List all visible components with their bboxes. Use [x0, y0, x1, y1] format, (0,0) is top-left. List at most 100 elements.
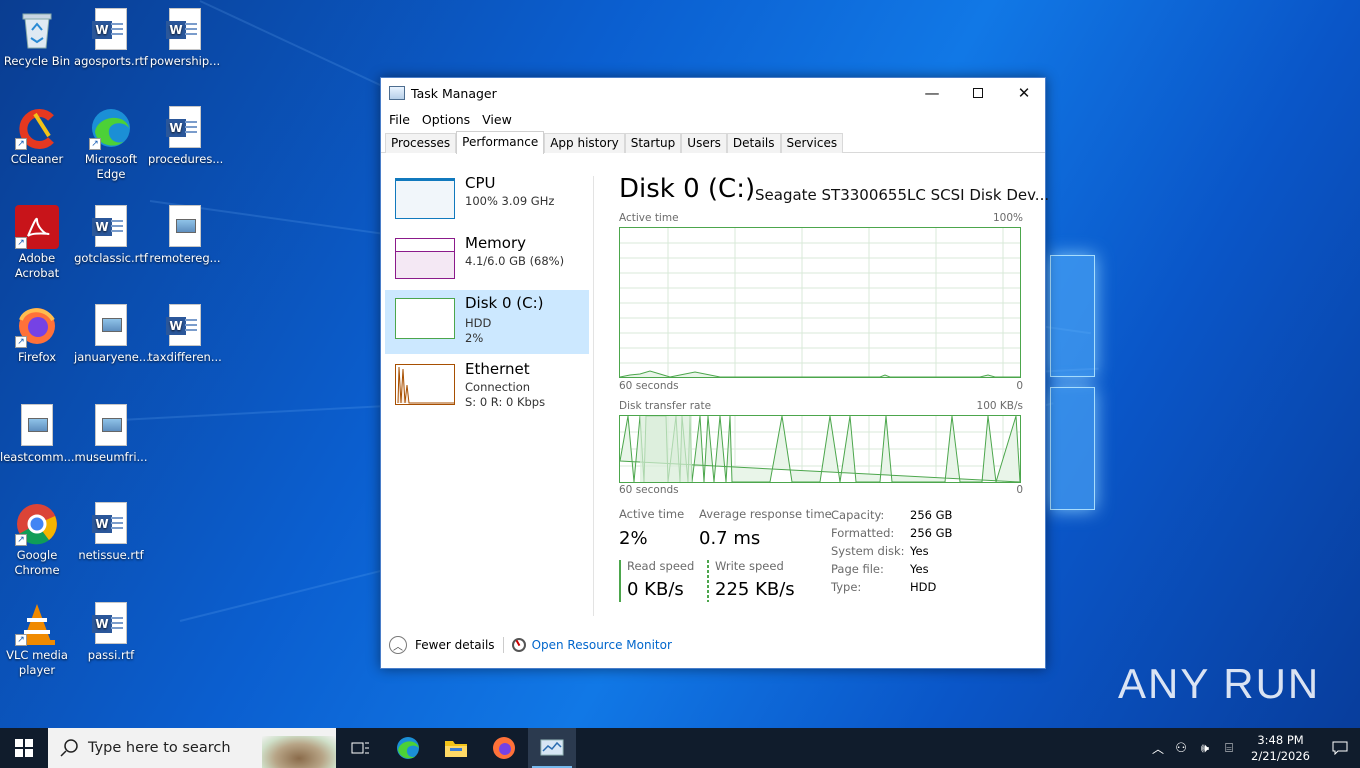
menu-view[interactable]: View [476, 112, 518, 127]
detail-title: Disk 0 (C:) [619, 174, 756, 204]
sidebar-item-value: 100% 3.09 GHz [465, 194, 555, 208]
notifications-button[interactable] [1320, 728, 1360, 768]
sidebar-item-memory[interactable]: Memory 4.1/6.0 GB (68%) [385, 230, 589, 294]
task-manager-window: Task Manager — ✕ File Options View Proce… [380, 77, 1050, 669]
maximize-icon [973, 88, 983, 98]
task-manager-icon [389, 86, 405, 100]
desktop-icon-acrobat[interactable]: ↗ Adobe Acrobat [0, 205, 74, 281]
cpu-thumbnail-graph [395, 178, 455, 219]
task-view-button[interactable] [336, 728, 384, 768]
tab-startup[interactable]: Startup [624, 133, 682, 153]
desktop-icon-netissue[interactable]: W netissue.rtf [74, 502, 148, 563]
clock[interactable]: 3:48 PM 2/21/2026 [1241, 732, 1320, 764]
graph1-time: 60 seconds [619, 380, 679, 392]
read-speed-indicator [619, 560, 621, 602]
system-disk-value: Yes [910, 544, 929, 558]
word-doc-icon: W [163, 304, 207, 348]
desktop-icon-recycle-bin[interactable]: Recycle Bin [0, 8, 74, 69]
desktop-icon-firefox[interactable]: ↗ Firefox [0, 304, 74, 365]
word-doc-icon: W [89, 502, 133, 546]
sidebar-item-cpu[interactable]: CPU 100% 3.09 GHz [385, 170, 589, 234]
tab-app-history[interactable]: App history [544, 133, 625, 153]
desktop-icon-remotereg[interactable]: remotereg... [148, 205, 222, 266]
windows-logo-wallpaper [1050, 255, 1095, 510]
graph1-min: 0 [1016, 380, 1023, 392]
search-icon [60, 739, 78, 757]
tab-services[interactable]: Services [780, 133, 844, 153]
network-icon[interactable]: ⌸ [1217, 741, 1241, 756]
desktop-icon-procedures[interactable]: W procedures... [148, 106, 223, 167]
desktop-icon-taxdifferen[interactable]: W taxdifferen... [148, 304, 222, 365]
graph2-label: Disk transfer rate [619, 400, 712, 412]
acrobat-icon: ↗ [15, 205, 59, 249]
desktop-icon-ccleaner[interactable]: ↗ CCleaner [0, 106, 74, 167]
disk-model: Seagate ST3300655LC SCSI Disk Dev... [755, 186, 1050, 204]
sidebar-item-value: 2% [465, 331, 484, 345]
taskbar-search-box[interactable]: Type here to search [48, 728, 336, 768]
image-doc-icon [163, 205, 207, 249]
minimize-button[interactable]: — [909, 78, 955, 108]
tab-users[interactable]: Users [681, 133, 727, 153]
volume-icon[interactable]: 🕪 [1193, 741, 1217, 756]
resource-monitor-icon [511, 638, 526, 652]
vlc-icon: ↗ [15, 602, 59, 646]
sidebar-item-disk[interactable]: Disk 0 (C:) HDD 2% [385, 290, 589, 354]
tab-performance[interactable]: Performance [456, 131, 545, 154]
tab-processes[interactable]: Processes [385, 133, 457, 153]
taskbar-firefox[interactable] [480, 728, 528, 768]
desktop-icon-gotclassic[interactable]: W gotclassic.rtf [74, 205, 148, 266]
sidebar-item-value: 4.1/6.0 GB (68%) [465, 254, 565, 268]
taskbar: Type here to search ︿ ⚇ 🕪 ⌸ 3:48 PM 2/21… [0, 728, 1360, 768]
pane-divider[interactable] [593, 176, 594, 616]
desktop-icon-vlc[interactable]: ↗ VLC media player [0, 602, 74, 678]
type-label: Type: [831, 580, 862, 594]
show-hidden-icons-button[interactable]: ︿ [1147, 740, 1169, 757]
sidebar-item-ethernet[interactable]: Ethernet Connection S: 0 R: 0 Kbps [385, 356, 589, 420]
desktop-icon-powership[interactable]: W powership... [148, 8, 222, 69]
open-resource-monitor-link[interactable]: Open Resource Monitor [532, 638, 672, 652]
taskbar-edge[interactable] [384, 728, 432, 768]
desktop-icon-chrome[interactable]: ↗ Google Chrome [0, 502, 74, 578]
desktop-icon-agosports[interactable]: W agosports.rtf [74, 8, 148, 69]
disk-thumbnail-graph [395, 298, 455, 339]
formatted-value: 256 GB [910, 526, 953, 540]
type-value: HDD [910, 580, 937, 594]
desktop-icon-label: remotereg... [149, 251, 221, 265]
desktop-icon-museumfri[interactable]: museumfri... [74, 404, 148, 465]
maximize-button[interactable] [955, 78, 1001, 108]
capacity-value: 256 GB [910, 508, 953, 522]
meet-now-icon[interactable]: ⚇ [1169, 741, 1193, 756]
task-view-icon [351, 742, 369, 754]
ccleaner-icon: ↗ [15, 106, 59, 150]
start-button[interactable] [0, 728, 48, 768]
desktop-icon-label: gotclassic.rtf [74, 251, 148, 265]
desktop-icon-januaryene[interactable]: januaryene... [74, 304, 150, 365]
window-title: Task Manager [411, 85, 497, 101]
search-placeholder: Type here to search [88, 740, 231, 756]
desktop-icon-label: passi.rtf [87, 648, 135, 662]
read-speed-label: Read speed [627, 559, 695, 573]
capacity-label: Capacity: [831, 508, 885, 522]
word-doc-icon: W [89, 602, 133, 646]
menu-file[interactable]: File [383, 112, 416, 127]
menu-options[interactable]: Options [416, 112, 476, 127]
taskbar-task-manager[interactable] [528, 728, 576, 768]
write-speed-label: Write speed [715, 559, 784, 573]
close-icon: ✕ [1017, 84, 1031, 102]
tab-details[interactable]: Details [726, 133, 781, 153]
fewer-details-link[interactable]: Fewer details [415, 638, 495, 652]
desktop-icon-passi[interactable]: W passi.rtf [74, 602, 148, 663]
sidebar-item-label: Ethernet [465, 360, 530, 378]
word-doc-icon: W [89, 8, 133, 52]
firefox-icon [493, 737, 515, 759]
search-highlight-image [262, 736, 336, 768]
desktop-icon-label: museumfri... [74, 450, 148, 464]
graph1-label: Active time [619, 212, 679, 224]
word-doc-icon: W [163, 8, 207, 52]
sidebar-item-label: Memory [465, 234, 527, 252]
close-button[interactable]: ✕ [1001, 78, 1047, 108]
taskbar-file-explorer[interactable] [432, 728, 480, 768]
desktop-icon-label: Firefox [17, 350, 57, 364]
desktop-icon-leastcomm[interactable]: leastcomm... [0, 404, 75, 465]
desktop-icon-edge[interactable]: ↗ Microsoft Edge [74, 106, 148, 182]
